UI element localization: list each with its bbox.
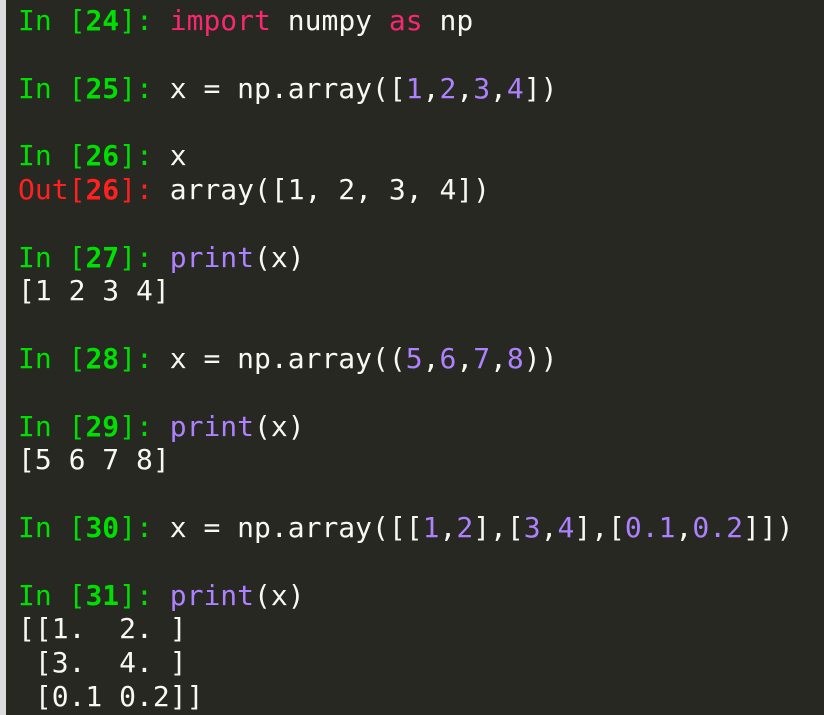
in-prompt-label: In [	[18, 4, 86, 37]
in-prompt-close: ]:	[119, 510, 170, 544]
code-text: (x)	[254, 409, 305, 443]
in-prompt-number: 24	[85, 4, 120, 37]
in-prompt-close: ]:	[119, 341, 170, 375]
in-prompt-number: 26	[85, 139, 120, 173]
in-prompt-number: 29	[85, 409, 120, 443]
in-prompt-close: ]:	[119, 4, 170, 37]
stdout-line: [[1. 2. ]	[18, 612, 187, 646]
code-text: (x)	[254, 578, 305, 612]
code-text: x = np.array([[	[169, 510, 423, 544]
in-prompt-close: ]:	[119, 409, 170, 443]
code-text: ,	[490, 71, 507, 105]
input-line[interactable]: In [26]: x	[18, 139, 824, 173]
code-text: ,	[456, 71, 474, 105]
output-value: array([1, 2, 3, 4])	[169, 172, 491, 206]
in-prompt-label: In [	[18, 341, 86, 375]
code-number: 2	[456, 510, 474, 544]
code-number: 6	[439, 341, 457, 375]
in-prompt-number: 27	[85, 240, 120, 274]
code-number: 4	[506, 71, 524, 105]
code-number: 3	[523, 510, 541, 544]
in-prompt-label: In [	[18, 139, 86, 173]
console-output: In [24]: import numpy as np In [25]: x =…	[18, 4, 824, 714]
input-line[interactable]: In [28]: x = np.array((5,6,7,8))	[18, 342, 824, 376]
code-text: ]])	[742, 510, 794, 544]
code-number: 7	[473, 341, 491, 375]
ipython-terminal[interactable]: In [24]: import numpy as np In [25]: x =…	[0, 0, 824, 715]
in-prompt-label: In [	[18, 578, 86, 612]
in-prompt-label: In [	[18, 409, 86, 443]
stdout-line: [0.1 0.2]]	[18, 679, 204, 713]
code-text: ,	[540, 510, 558, 544]
code-text: x = np.array([	[169, 71, 406, 105]
stdout-line: [3. 4. ]	[18, 646, 187, 680]
in-prompt-number: 30	[85, 510, 120, 544]
in-prompt-close: ]:	[119, 578, 170, 612]
input-line[interactable]: In [25]: x = np.array([1,2,3,4])	[18, 72, 824, 106]
code-builtin: print	[169, 240, 255, 274]
code-keyword: as	[388, 4, 423, 37]
code-text: (x)	[254, 240, 305, 274]
stdout-line: [1 2 3 4]	[18, 274, 170, 308]
code-text: ])	[523, 71, 558, 105]
input-line[interactable]: In [24]: import numpy as np	[18, 4, 824, 38]
code-text: ,	[422, 71, 440, 105]
code-text: x = np.array((	[169, 341, 406, 375]
out-prompt-close: ]:	[119, 172, 170, 206]
code-text: numpy	[270, 4, 389, 37]
code-text: np	[422, 4, 474, 37]
input-line[interactable]: In [27]: print(x)	[18, 241, 824, 275]
code-text: ,	[456, 341, 474, 375]
window-left-border	[0, 0, 6, 715]
in-prompt-close: ]:	[119, 71, 170, 105]
out-prompt-label: Out[	[18, 172, 86, 206]
code-number: 3	[473, 71, 491, 105]
in-prompt-close: ]:	[119, 139, 170, 173]
code-number: 1	[422, 510, 440, 544]
code-text: ],[	[473, 510, 524, 544]
in-prompt-label: In [	[18, 240, 86, 274]
code-text: ))	[523, 341, 558, 375]
in-prompt-label: In [	[18, 510, 86, 544]
code-number: 1	[405, 71, 423, 105]
code-text: ,	[675, 510, 693, 544]
code-number: 2	[439, 71, 457, 105]
code-text: ,	[490, 341, 507, 375]
input-line[interactable]: In [30]: x = np.array([[1,2],[3,4],[0.1,…	[18, 511, 824, 545]
code-builtin: print	[169, 578, 255, 612]
code-number: 0.1	[624, 510, 676, 544]
code-keyword: import	[169, 4, 271, 37]
in-prompt-number: 28	[85, 341, 120, 375]
code-text: ],[	[574, 510, 625, 544]
in-prompt-number: 25	[85, 71, 120, 105]
input-line[interactable]: In [31]: print(x)	[18, 579, 824, 613]
input-line[interactable]: In [29]: print(x)	[18, 410, 824, 444]
stdout-line: [5 6 7 8]	[18, 443, 170, 477]
code-number: 5	[405, 341, 423, 375]
code-number: 8	[506, 341, 524, 375]
code-text: ,	[422, 341, 440, 375]
code-text: x	[169, 139, 187, 173]
code-number: 0.2	[692, 510, 743, 544]
output-line: Out[26]: array([1, 2, 3, 4])	[18, 173, 824, 207]
in-prompt-label: In [	[18, 71, 86, 105]
out-prompt-number: 26	[85, 172, 120, 206]
code-text: ,	[439, 510, 457, 544]
in-prompt-number: 31	[85, 578, 120, 612]
code-number: 4	[557, 510, 575, 544]
code-builtin: print	[169, 409, 255, 443]
in-prompt-close: ]:	[119, 240, 170, 274]
